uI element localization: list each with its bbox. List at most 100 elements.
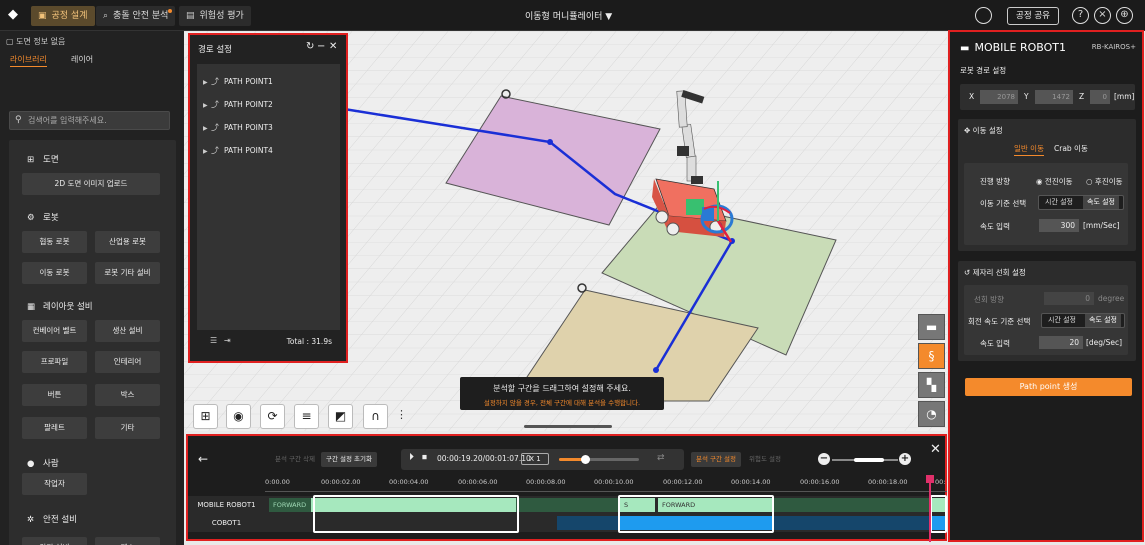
playhead[interactable]: [929, 476, 931, 542]
close-icon[interactable]: ✕: [329, 41, 337, 52]
align-button[interactable]: ≡: [294, 404, 319, 429]
segment-cobot-motion[interactable]: [772, 516, 932, 530]
zoom-out-icon[interactable]: −: [818, 453, 830, 465]
grid-toggle-button[interactable]: ⊞: [193, 404, 218, 429]
more-options-icon[interactable]: ⋮: [396, 408, 407, 421]
loop-icon[interactable]: ⇄: [657, 453, 665, 463]
profile-button[interactable]: 프로파일: [22, 351, 87, 373]
analysis-range-selection[interactable]: [313, 495, 519, 533]
path-point[interactable]: [653, 367, 659, 373]
time-tick: 00:00:12.00: [663, 478, 703, 486]
back-arrow-icon[interactable]: ←: [198, 452, 208, 466]
path-point[interactable]: [547, 139, 553, 145]
option-time[interactable]: 시간 설정: [1044, 314, 1080, 327]
upload-2d-drawing-button[interactable]: 2D 도면 이미지 업로드: [22, 173, 160, 195]
chat-icon[interactable]: [975, 7, 992, 24]
industrial-robot-button[interactable]: 산업용 로봇: [95, 231, 160, 253]
x-input[interactable]: 2078: [980, 90, 1018, 104]
rotate-speed-input[interactable]: 20: [1039, 336, 1083, 349]
magnet-snap-button[interactable]: ∩: [363, 404, 388, 429]
risk-setting-button[interactable]: 위험도 설정: [744, 452, 786, 467]
tab-library[interactable]: 라이브러리: [10, 53, 47, 67]
mobile-robot-button[interactable]: 이동 로봇: [22, 262, 87, 284]
segment-forward[interactable]: FORWARD: [269, 498, 311, 512]
analysis-view-button[interactable]: ◔: [918, 401, 945, 427]
logo-icon[interactable]: ◆: [8, 8, 22, 22]
y-label: Y: [1024, 92, 1029, 101]
project-selector[interactable]: 이동형 머니퓰레이터 ▼: [525, 9, 612, 22]
z-label: Z: [1079, 92, 1085, 101]
time-ruler[interactable]: 0:00.00 00:00:02.00 00:00:04.00 00:00:06…: [265, 478, 947, 492]
drawing-icon: ▢: [6, 37, 17, 46]
option-speed[interactable]: 속도 설정: [1085, 314, 1121, 327]
minimize-icon[interactable]: −: [317, 41, 325, 52]
path-edit-button[interactable]: §: [918, 343, 945, 369]
time-tick: 00:00:16.00: [800, 478, 840, 486]
move-speed-input[interactable]: 300: [1039, 219, 1079, 232]
close-timeline-icon[interactable]: ✕: [930, 442, 941, 457]
tab-layer[interactable]: 레이어: [71, 53, 93, 67]
segment-forward[interactable]: [772, 498, 932, 512]
tab-crab-move[interactable]: Crab 이동: [1054, 142, 1088, 156]
play-icon[interactable]: ⏵: [409, 452, 414, 463]
tab-collision-analysis[interactable]: ⌕ 충돌 안전 분석: [96, 6, 176, 26]
robot-etc-button[interactable]: 로봇 기타 설비: [95, 262, 160, 284]
layout-view-button[interactable]: ▚: [918, 372, 945, 398]
zoom-slider[interactable]: [832, 458, 898, 462]
globe-icon[interactable]: ⊕: [1116, 7, 1133, 24]
reset-range-button[interactable]: 구간 설정 초기화: [321, 452, 377, 467]
playback-speed[interactable]: X 1: [521, 453, 549, 465]
generate-path-point-button[interactable]: Path point 생성: [965, 378, 1132, 396]
share-process-button[interactable]: 공정 공유: [1007, 7, 1059, 25]
pallet-button[interactable]: 팔레트: [22, 417, 87, 439]
etc-button[interactable]: 기타: [95, 417, 160, 439]
playback-slider[interactable]: [559, 455, 639, 464]
playback-handle[interactable]: [581, 455, 590, 464]
tab-normal-move[interactable]: 일반 이동: [1014, 142, 1044, 156]
path-point-item[interactable]: ▶ ⤴ PATH POINT3: [203, 122, 273, 133]
tab-risk-assessment[interactable]: ▤ 위험성 평가: [179, 6, 251, 26]
button-button[interactable]: 버튼: [22, 384, 87, 406]
fence-button[interactable]: 펜스: [95, 537, 160, 545]
option-time[interactable]: 시간 설정: [1041, 196, 1077, 209]
conveyor-button[interactable]: 컨베이어 벨트: [22, 320, 87, 342]
app-root: ◆ ▣ 공정 설계 ⌕ 충돌 안전 분석 ▤ 위험성 평가 이동형 머니퓰레이터 ▼ …: [0, 0, 1145, 545]
analysis-range-selection[interactable]: [930, 495, 947, 533]
robot-view-button[interactable]: ▬: [918, 314, 945, 340]
cobot-button[interactable]: 협동 로봇: [22, 231, 87, 253]
box-button[interactable]: 박스: [95, 384, 160, 406]
segment-forward[interactable]: [516, 498, 620, 512]
y-input[interactable]: 1472: [1035, 90, 1073, 104]
area-select-button[interactable]: ◩: [328, 404, 353, 429]
segment-cobot-motion[interactable]: [557, 516, 620, 530]
analysis-range-selection[interactable]: [618, 495, 774, 533]
radio-forward[interactable]: ◉ 전진이동: [1036, 176, 1073, 187]
zoom-handle[interactable]: [854, 458, 884, 462]
search-input[interactable]: ⚲ 검색어를 입력해주세요.: [9, 111, 170, 130]
option-speed[interactable]: 속도 설정: [1083, 196, 1119, 209]
playback-bar: ⏵ ⏹ 00:00:19.20/00:01:07.10 X 1 ⇄: [401, 449, 684, 470]
rotate-view-button[interactable]: ⟳: [260, 404, 285, 429]
tab-process-design[interactable]: ▣ 공정 설계: [31, 6, 95, 26]
path-point-item[interactable]: ▶ ⤴ PATH POINT1: [203, 76, 273, 87]
z-input[interactable]: 0: [1090, 90, 1110, 104]
stop-icon[interactable]: ⏹: [422, 452, 427, 463]
production-equipment-button[interactable]: 생산 설비: [95, 320, 160, 342]
worker-button[interactable]: 작업자: [22, 473, 87, 495]
help-icon[interactable]: ?: [1072, 7, 1089, 24]
collapse-all-icon[interactable]: ⇥: [224, 336, 231, 345]
path-point-item[interactable]: ▶ ⤴ PATH POINT2: [203, 99, 273, 110]
close-circle-icon[interactable]: ×: [1094, 7, 1111, 24]
safety-equipment-button[interactable]: 안전 설비: [22, 537, 87, 545]
interior-button[interactable]: 인테리어: [95, 351, 160, 373]
zoom-in-icon[interactable]: +: [899, 453, 911, 465]
set-analysis-range-button[interactable]: 분석 구간 설정: [691, 452, 742, 467]
view-toggle-button[interactable]: ◉: [226, 404, 251, 429]
expand-all-icon[interactable]: ☰: [210, 336, 217, 345]
delete-analysis-range-button[interactable]: 분석 구간 삭제: [270, 452, 320, 467]
viewport-scrollbar[interactable]: [524, 425, 612, 428]
radio-backward[interactable]: ○ 후진이동: [1086, 176, 1123, 187]
rotate-direction-input[interactable]: 0: [1044, 292, 1094, 305]
refresh-icon[interactable]: ↻: [306, 41, 314, 52]
path-point-item[interactable]: ▶ ⤴ PATH POINT4: [203, 145, 273, 156]
